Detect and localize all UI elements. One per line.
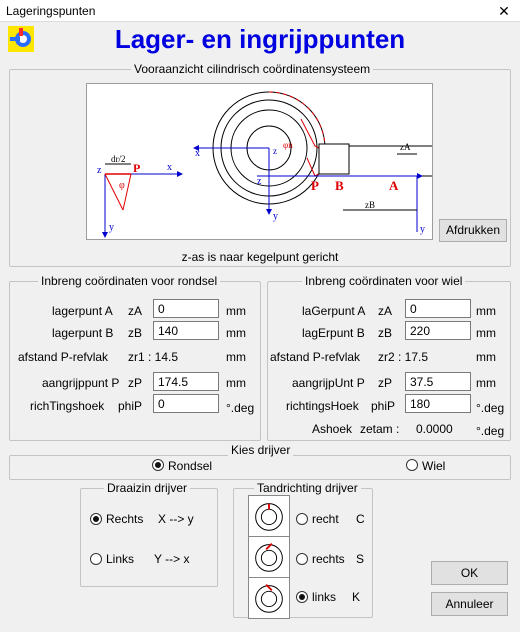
rondsel-label-aangrijppunt: aangrijppunt P: [42, 376, 120, 390]
title-bar: Lageringspunten ✕: [0, 0, 520, 22]
wiel-legend: Inbreng coördinaten voor wiel: [302, 274, 466, 288]
cancel-button[interactable]: Annuleer: [431, 592, 508, 616]
diagram-label: y: [109, 222, 114, 233]
diagram-label: zA: [400, 142, 411, 152]
wiel-unit-deg: °.deg: [476, 401, 505, 415]
wiel-label-ashoek: Ashoek: [312, 422, 353, 436]
rotation-legend: Draaizin drijver: [104, 481, 191, 495]
diagram-label: zB: [365, 200, 375, 210]
coordinate-diagram: z x y P φ dr/2 x y z φn z y P B A zA zB: [86, 83, 433, 240]
rotation-radio-links[interactable]: [90, 553, 102, 565]
driver-label-wiel[interactable]: Wiel: [422, 459, 445, 473]
rondsel-label-afstand: afstand P-refvlak: [18, 350, 109, 364]
wiel-label-richtingshoek: richtingsHoek: [286, 399, 359, 413]
diagram-label: φ: [119, 180, 125, 191]
wiel-unit: mm: [476, 326, 496, 340]
teeth-legend: Tandrichting drijver: [254, 481, 361, 495]
diagram-label: z: [257, 176, 262, 187]
diagram-label: B: [335, 178, 344, 193]
teeth-radio-recht[interactable]: [296, 513, 308, 525]
diagram-label: z: [97, 165, 102, 176]
diagram-label: y: [420, 224, 425, 235]
teeth-code-recht: C: [356, 512, 365, 526]
rondsel-sym-za: zA: [128, 304, 143, 318]
wiel-sym-za: zA: [378, 304, 393, 318]
diagram-label: x: [167, 162, 172, 173]
diagram-label: dr/2: [111, 154, 126, 164]
rondsel-za-input[interactable]: 0: [153, 299, 219, 318]
wiel-unit-deg: °.deg: [476, 424, 505, 438]
left-helix-teeth-icon: [248, 577, 290, 619]
rotation-desc-links: Y --> x: [154, 552, 190, 566]
rondsel-zp-input[interactable]: 174.5: [153, 372, 219, 391]
teeth-label-rechts[interactable]: rechts: [312, 552, 345, 566]
wiel-label-lagerpunt-a: laGerpunt A: [302, 304, 366, 318]
rondsel-unit: mm: [226, 376, 246, 390]
rotation-group: [80, 488, 218, 587]
driver-radio-wiel[interactable]: [406, 459, 418, 471]
wiel-zb-input[interactable]: 220: [405, 321, 471, 340]
window-title: Lageringspunten: [6, 4, 96, 18]
wiel-sym-phip: phiP: [371, 399, 396, 413]
straight-teeth-icon: [248, 495, 290, 537]
view-legend: Vooraanzicht cilindrisch coördinatensyst…: [131, 62, 374, 76]
wiel-ashoek-readout: 0.0000: [416, 422, 453, 436]
rotation-label-rechts[interactable]: Rechts: [106, 512, 143, 526]
diagram-label: y: [273, 211, 278, 222]
right-helix-teeth-icon: [248, 536, 290, 578]
print-button[interactable]: Afdrukken: [439, 219, 507, 242]
wiel-unit: mm: [476, 350, 496, 364]
ok-button[interactable]: OK: [431, 561, 508, 585]
wiel-label-afstand: afstand P-refvlak: [270, 350, 361, 364]
wiel-label-lagerpunt-b: lagErpunt B: [302, 326, 365, 340]
rondsel-zr1-readout: zr1 : 14.5: [128, 350, 179, 364]
wiel-phip-input[interactable]: 180: [405, 394, 471, 413]
teeth-radio-links[interactable]: [296, 591, 308, 603]
diagram-label: z: [273, 146, 277, 156]
rondsel-legend: Inbreng coördinaten voor rondsel: [38, 274, 221, 288]
wiel-sym-zb: zB: [378, 326, 393, 340]
rondsel-unit: mm: [226, 304, 246, 318]
driver-radio-rondsel[interactable]: [152, 459, 164, 471]
teeth-label-links[interactable]: links: [312, 590, 336, 604]
teeth-code-links: K: [352, 590, 361, 604]
rondsel-unit: mm: [226, 326, 246, 340]
close-button[interactable]: ✕: [488, 0, 520, 22]
diagram-label: P: [311, 178, 319, 193]
teeth-label-recht[interactable]: recht: [312, 512, 339, 526]
wiel-sym-zetam: zetam :: [360, 422, 400, 436]
rondsel-label-lagerpunt-b: lagerpunt B: [52, 326, 114, 340]
diagram-label: φn: [283, 140, 293, 150]
rotation-desc-rechts: X --> y: [158, 512, 194, 526]
wiel-label-aangrijppunt: aangrijpUnt P: [292, 376, 365, 390]
rotation-radio-rechts[interactable]: [90, 513, 102, 525]
teeth-code-rechts: S: [356, 552, 365, 566]
rondsel-phip-input[interactable]: 0: [153, 394, 219, 413]
axis-note: z-as is naar kegelpunt gericht: [181, 250, 339, 264]
wiel-zp-input[interactable]: 37.5: [405, 372, 471, 391]
diagram-label: P: [133, 161, 140, 175]
wiel-unit: mm: [476, 376, 496, 390]
rondsel-sym-phip: phiP: [118, 399, 143, 413]
rondsel-zb-input[interactable]: 140: [153, 321, 219, 340]
rondsel-sym-zp: zP: [128, 376, 143, 390]
rotation-label-links[interactable]: Links: [106, 552, 134, 566]
diagram-label: A: [389, 178, 399, 193]
rondsel-label-richtingshoek: richTingshoek: [30, 399, 105, 413]
diagram-label: x: [195, 148, 200, 159]
wiel-sym-zp: zP: [378, 376, 393, 390]
driver-label-rondsel[interactable]: Rondsel: [168, 459, 212, 473]
rondsel-unit: mm: [226, 350, 246, 364]
driver-legend: Kies drijver: [228, 443, 294, 457]
teeth-radio-rechts[interactable]: [296, 553, 308, 565]
wiel-zr2-readout: zr2 : 17.5: [378, 350, 429, 364]
wiel-unit: mm: [476, 304, 496, 318]
wiel-za-input[interactable]: 0: [405, 299, 471, 318]
rondsel-label-lagerpunt-a: lagerpunt A: [52, 304, 113, 318]
rondsel-unit-deg: °.deg: [226, 401, 255, 415]
page-title: Lager- en ingrijppunten: [114, 24, 406, 54]
rondsel-sym-zb: zB: [128, 326, 143, 340]
